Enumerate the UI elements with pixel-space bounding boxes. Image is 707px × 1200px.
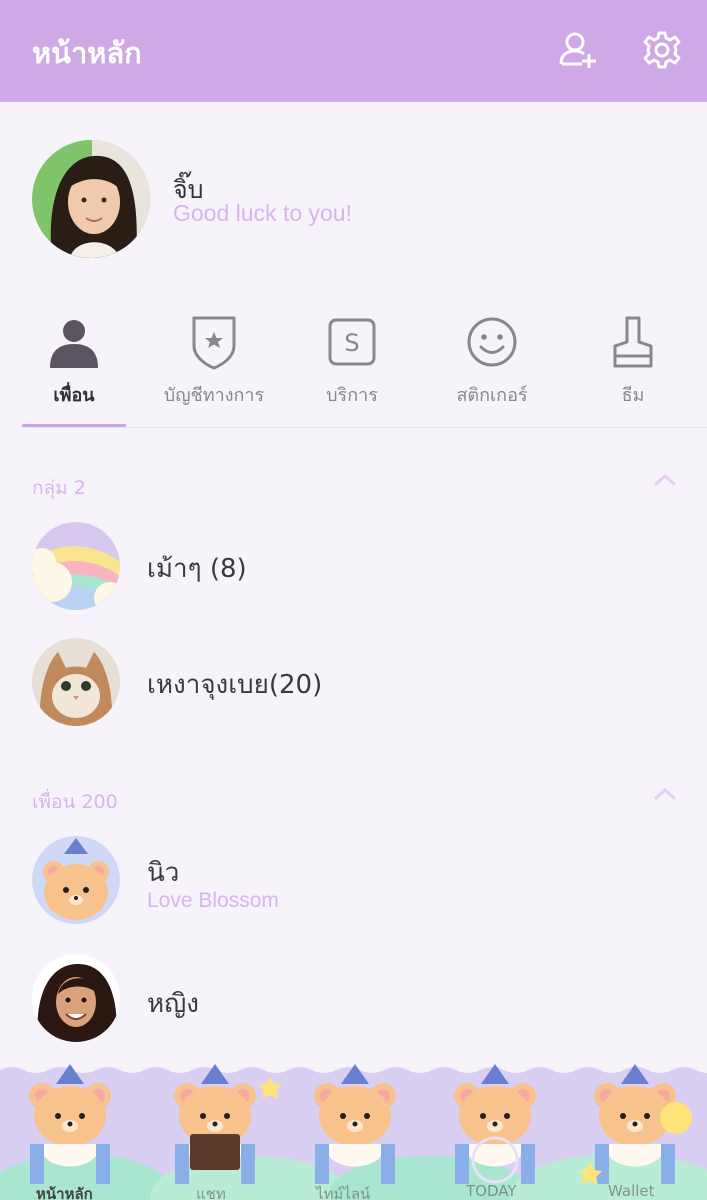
tab-themes[interactable]: ธีม [573,300,693,428]
nav-timeline[interactable]: ไทม์ไลน์ [316,1182,370,1200]
friend-avatar[interactable] [32,954,120,1042]
nav-home[interactable]: หน้าหลัก [36,1182,93,1200]
tab-friends[interactable]: เพื่อน [14,300,134,428]
group-avatar[interactable] [32,522,120,610]
group-avatar[interactable] [32,638,120,726]
smiley-icon [467,317,517,367]
category-tabs: เพื่อน บัญชีทางการ S บริการ สติกเกอร์ ธี… [22,300,707,428]
group-name[interactable]: เหงาจุงเบย(20) [147,664,322,705]
friends-section-header[interactable]: เพื่อน 200 [32,787,118,817]
tab-official-accounts[interactable]: บัญชีทางการ [154,300,274,428]
profile-status-message: Good luck to you! [173,200,352,226]
theme-bear-illustration [0,1064,707,1200]
brush-icon [613,316,653,368]
chevron-up-icon[interactable] [652,786,678,802]
add-friend-icon[interactable] [558,30,598,70]
tab-label: บัญชีทางการ [163,385,265,406]
page-title: หน้าหลัก [32,36,142,70]
nav-chat[interactable]: แชท [196,1182,226,1200]
groups-section-header[interactable]: กลุ่ม 2 [32,473,86,503]
friend-name[interactable]: หญิง [147,983,199,1024]
tab-label: สติกเกอร์ [456,385,528,406]
nav-today[interactable]: TODAY [466,1182,517,1200]
active-tab-indicator [22,424,126,427]
tab-label: เพื่อน [53,385,95,406]
settings-icon[interactable] [642,30,682,70]
person-icon [50,320,98,368]
friend-avatar[interactable] [32,836,120,924]
friend-name[interactable]: นิว [147,852,179,893]
official-account-icon [192,316,236,370]
nav-wallet[interactable]: Wallet [608,1182,655,1200]
group-name[interactable]: เม้าๆ (8) [147,548,247,589]
bottom-navigation: หน้าหลัก แชท ไทม์ไลน์ TODAY Wallet [0,1064,707,1200]
tab-label: ธีม [621,385,645,406]
tab-services[interactable]: S บริการ [292,300,412,428]
svg-text:S: S [344,329,359,357]
profile-avatar[interactable] [32,140,150,258]
friend-status-message: Love Blossom [147,889,279,912]
services-icon: S [328,318,376,366]
chevron-up-icon[interactable] [652,472,678,488]
tab-label: บริการ [326,385,378,406]
app-header: หน้าหลัก [0,0,707,102]
tab-stickers[interactable]: สติกเกอร์ [432,300,552,428]
